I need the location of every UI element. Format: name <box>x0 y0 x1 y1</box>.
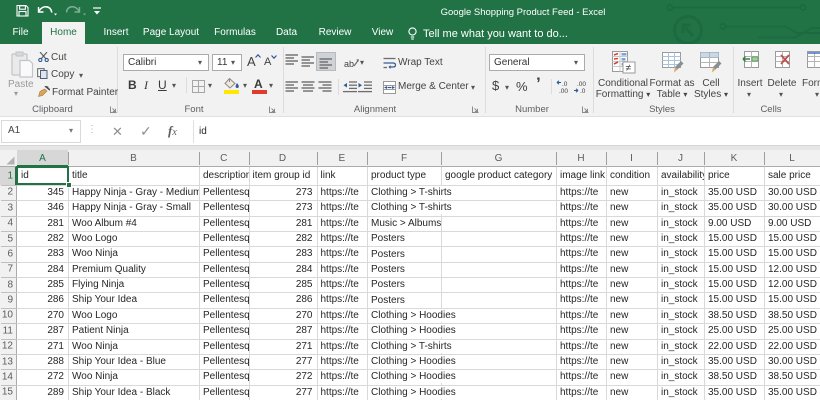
svg-text:.0: .0 <box>562 81 568 88</box>
svg-text:.00: .00 <box>559 88 568 94</box>
svg-text:.0: .0 <box>580 88 586 94</box>
svg-text:ab: ab <box>344 59 354 69</box>
svg-text:≠: ≠ <box>626 63 632 74</box>
svg-text:.00: .00 <box>577 81 586 88</box>
